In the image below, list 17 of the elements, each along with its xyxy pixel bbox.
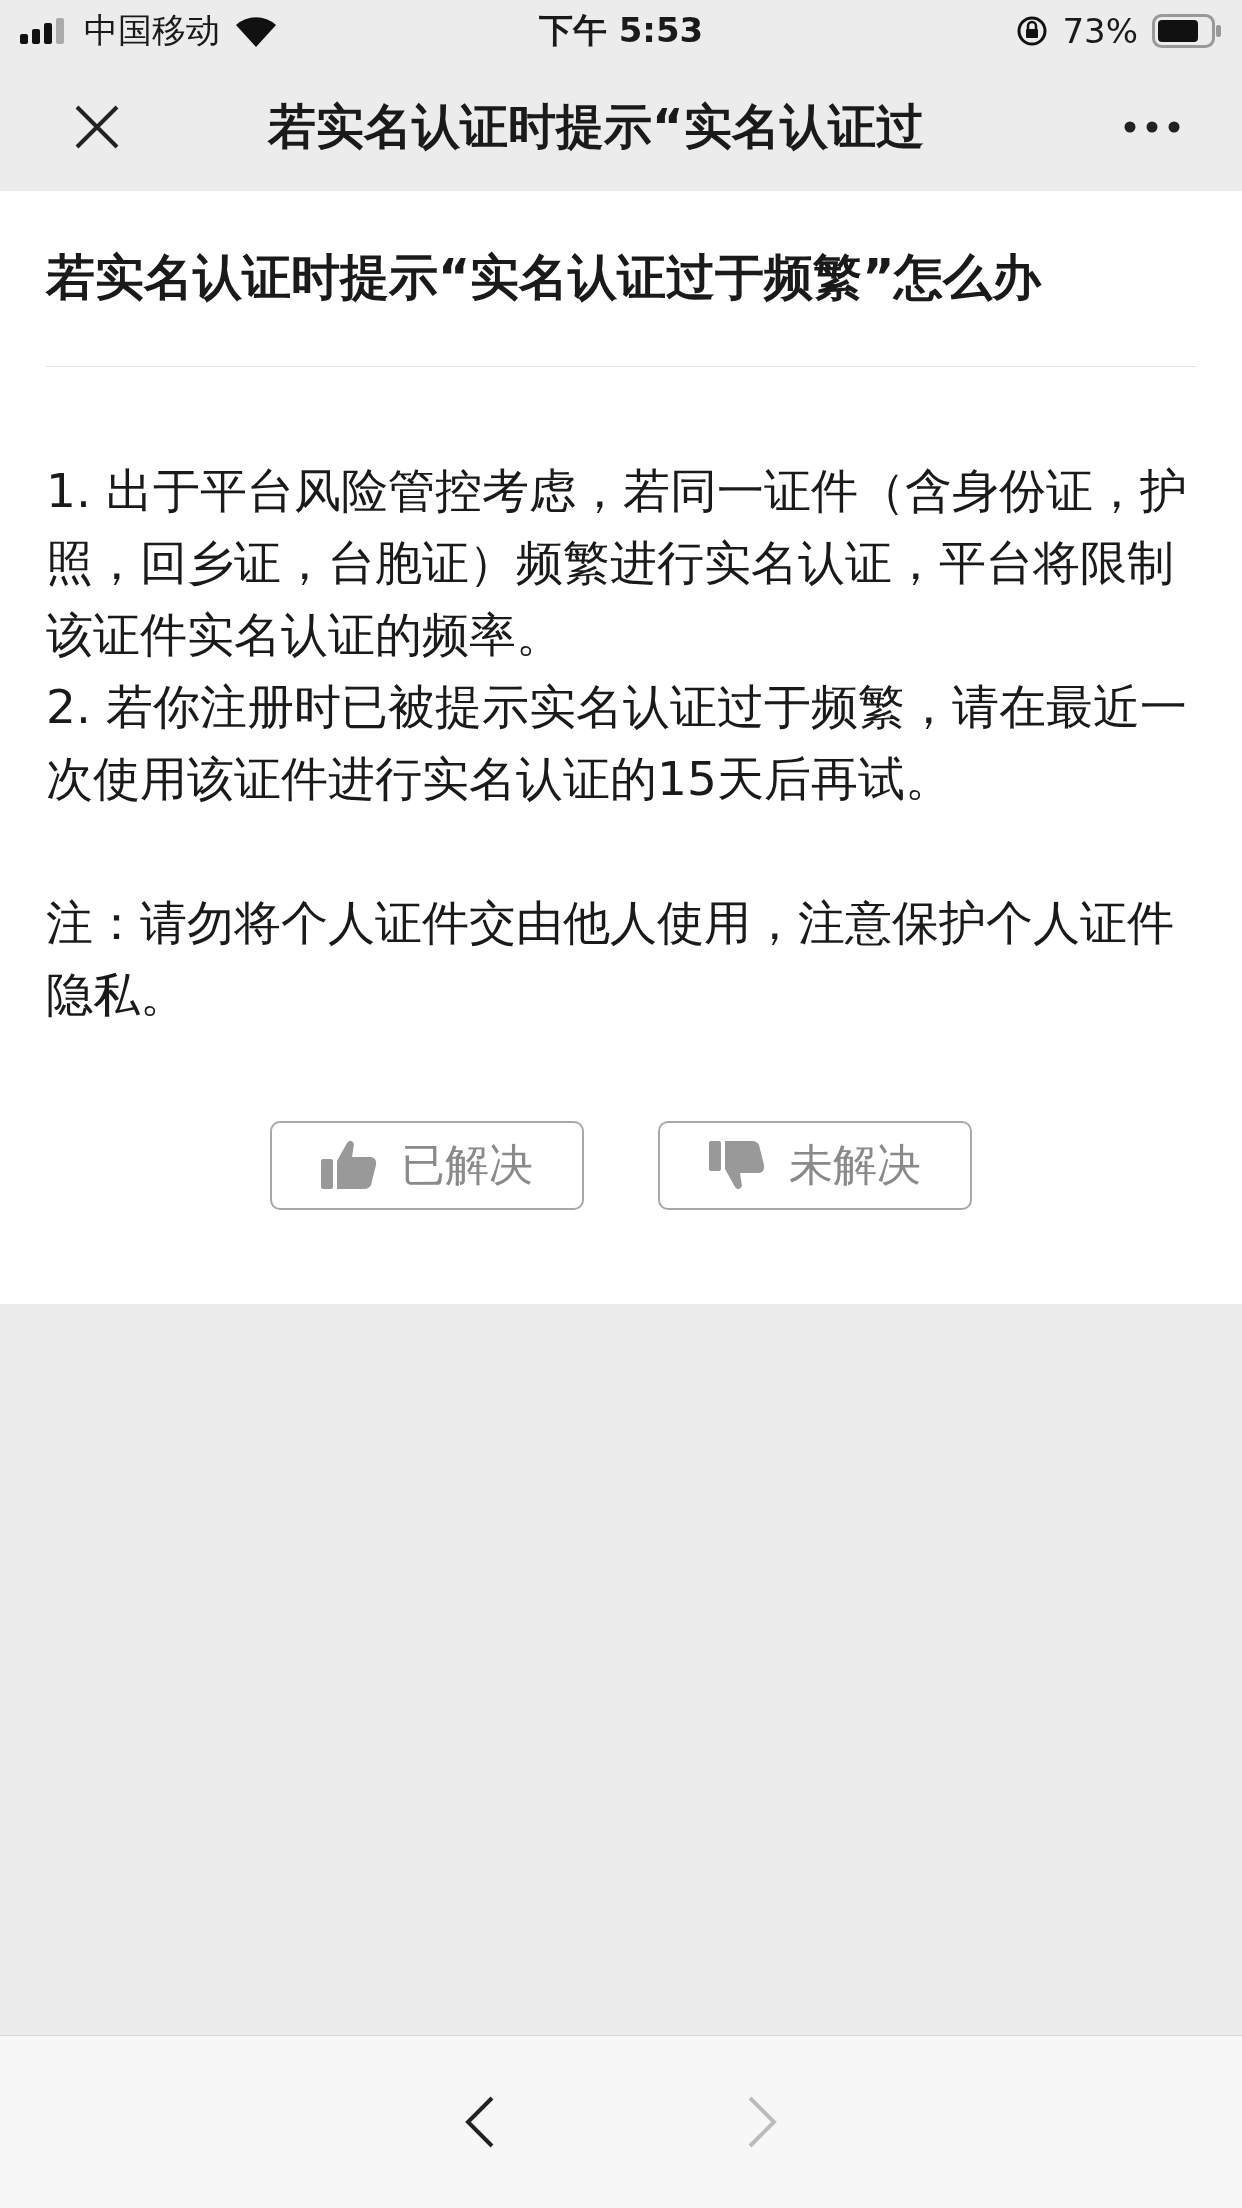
battery-percent: 73% [1062, 11, 1138, 51]
more-icon[interactable] [1124, 120, 1180, 133]
close-icon[interactable] [74, 103, 120, 150]
status-time: 下午 5:53 [538, 9, 704, 52]
rotation-lock-icon [1016, 15, 1049, 47]
battery-icon [1152, 14, 1222, 48]
feedback-button[interactable]: 未解决 [658, 1120, 972, 1210]
article-paragraph: 2. 若你注册时已被提示实名认证过于频繁，请在最近一次使用该证件进行实名认证的15天后再试。 [46, 677, 1188, 808]
feedback-button[interactable]: 已解决 [270, 1120, 584, 1210]
article-note: 注：请勿将个人证件交由他人使用，注意保护个人证件隐私。 [46, 893, 1175, 1024]
thumbs-up-icon [321, 1139, 377, 1192]
page-title: 若实名认证时提示“实名认证过 [266, 96, 925, 156]
thumbs-down-icon [709, 1139, 765, 1192]
article-title: 若实名认证时提示“实名认证过于频繁”怎么办 [46, 248, 1043, 308]
wifi-icon [234, 15, 278, 47]
carrier-name: 中国移动 [84, 9, 220, 52]
article-paragraph: 1. 出于平台风险管控考虑，若同一证件（含身份证，护照，回乡证，台胞证）频繁进行实名认证，平台将限制该证件实名认证的频率。 [46, 461, 1188, 664]
